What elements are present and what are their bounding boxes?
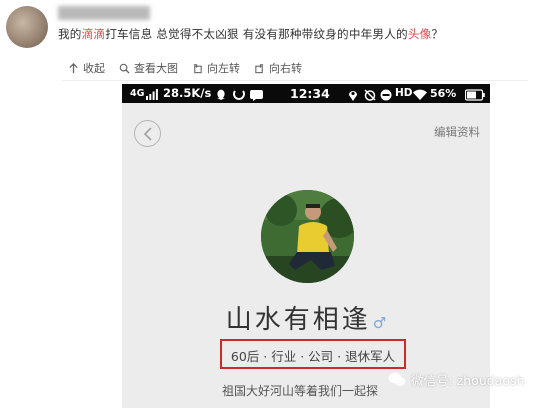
message-icon xyxy=(250,88,263,102)
gender-male-icon: ♂ xyxy=(372,314,387,332)
phone-screenshot: 4G 28.5K/s 12:34 HD 56% 编辑资料 山水有相逢 ♂ 60后… xyxy=(122,84,490,408)
watermark-text: 微信号: zhoudaosh xyxy=(411,373,525,388)
collapse-button[interactable]: 收起 xyxy=(68,60,105,76)
do-not-disturb-icon xyxy=(380,87,392,101)
profile-avatar[interactable] xyxy=(261,190,354,283)
rotate-right-label: 向右转 xyxy=(269,62,302,75)
didi-icon xyxy=(233,87,245,101)
status-bar: 4G 28.5K/s 12:34 HD 56% xyxy=(122,84,490,103)
wechat-icon xyxy=(388,372,406,386)
network-speed: 28.5K/s xyxy=(163,86,212,100)
arrow-up-icon xyxy=(69,62,78,73)
post-text-part: 我的 xyxy=(58,27,82,41)
clock: 12:34 xyxy=(290,86,330,101)
signal-icon xyxy=(146,87,158,101)
post-text-part: 打车信息 总觉得不太凶狠 有没有那种带纹身的中年男人的 xyxy=(105,27,408,41)
profile-tags: 60后 · 行业 · 公司 · 退休军人 xyxy=(230,349,396,364)
hd-indicator: HD xyxy=(395,87,413,99)
wifi-icon xyxy=(413,87,427,101)
profile-nickname: 山水有相逢 ♂ xyxy=(122,299,490,336)
chevron-left-icon xyxy=(143,126,152,141)
image-action-bar: 收起 查看大图 向左转 向右转 xyxy=(68,60,302,76)
back-button[interactable] xyxy=(134,120,161,147)
divider xyxy=(62,80,528,81)
post-text-part: ？ xyxy=(431,27,444,41)
network-type: 4G xyxy=(130,88,145,99)
rotate-left-label: 向左转 xyxy=(207,62,240,75)
battery-icon xyxy=(465,87,485,101)
edit-profile-link[interactable]: 编辑资料 xyxy=(434,124,480,140)
avatar[interactable] xyxy=(6,6,48,48)
rotate-left-icon xyxy=(193,63,202,73)
wechat-watermark: 微信号: zhoudaosh xyxy=(388,370,524,389)
qq-icon xyxy=(216,87,226,101)
rotate-right-icon xyxy=(255,63,264,73)
nickname-text: 山水有相逢 xyxy=(225,305,371,335)
post-highlight-avatar[interactable]: 头像 xyxy=(408,27,432,41)
collapse-label: 收起 xyxy=(83,62,105,75)
post-highlight-didi[interactable]: 滴滴 xyxy=(82,27,106,41)
rotate-right-button[interactable]: 向右转 xyxy=(254,60,302,76)
post-text: 我的滴滴打车信息 总觉得不太凶狠 有没有那种带纹身的中年男人的头像？ xyxy=(58,26,443,42)
alarm-off-icon xyxy=(364,87,376,101)
profile-bio: 祖国大好河山等着我们一起探 xyxy=(222,384,379,398)
location-icon xyxy=(348,87,358,101)
username-blurred[interactable] xyxy=(58,6,150,20)
profile-photo-image xyxy=(261,190,354,283)
view-large-label: 查看大图 xyxy=(134,62,178,75)
battery-percent: 56% xyxy=(430,87,457,100)
view-large-button[interactable]: 查看大图 xyxy=(119,60,178,76)
rotate-left-button[interactable]: 向左转 xyxy=(192,60,240,76)
magnifier-icon xyxy=(119,63,130,74)
